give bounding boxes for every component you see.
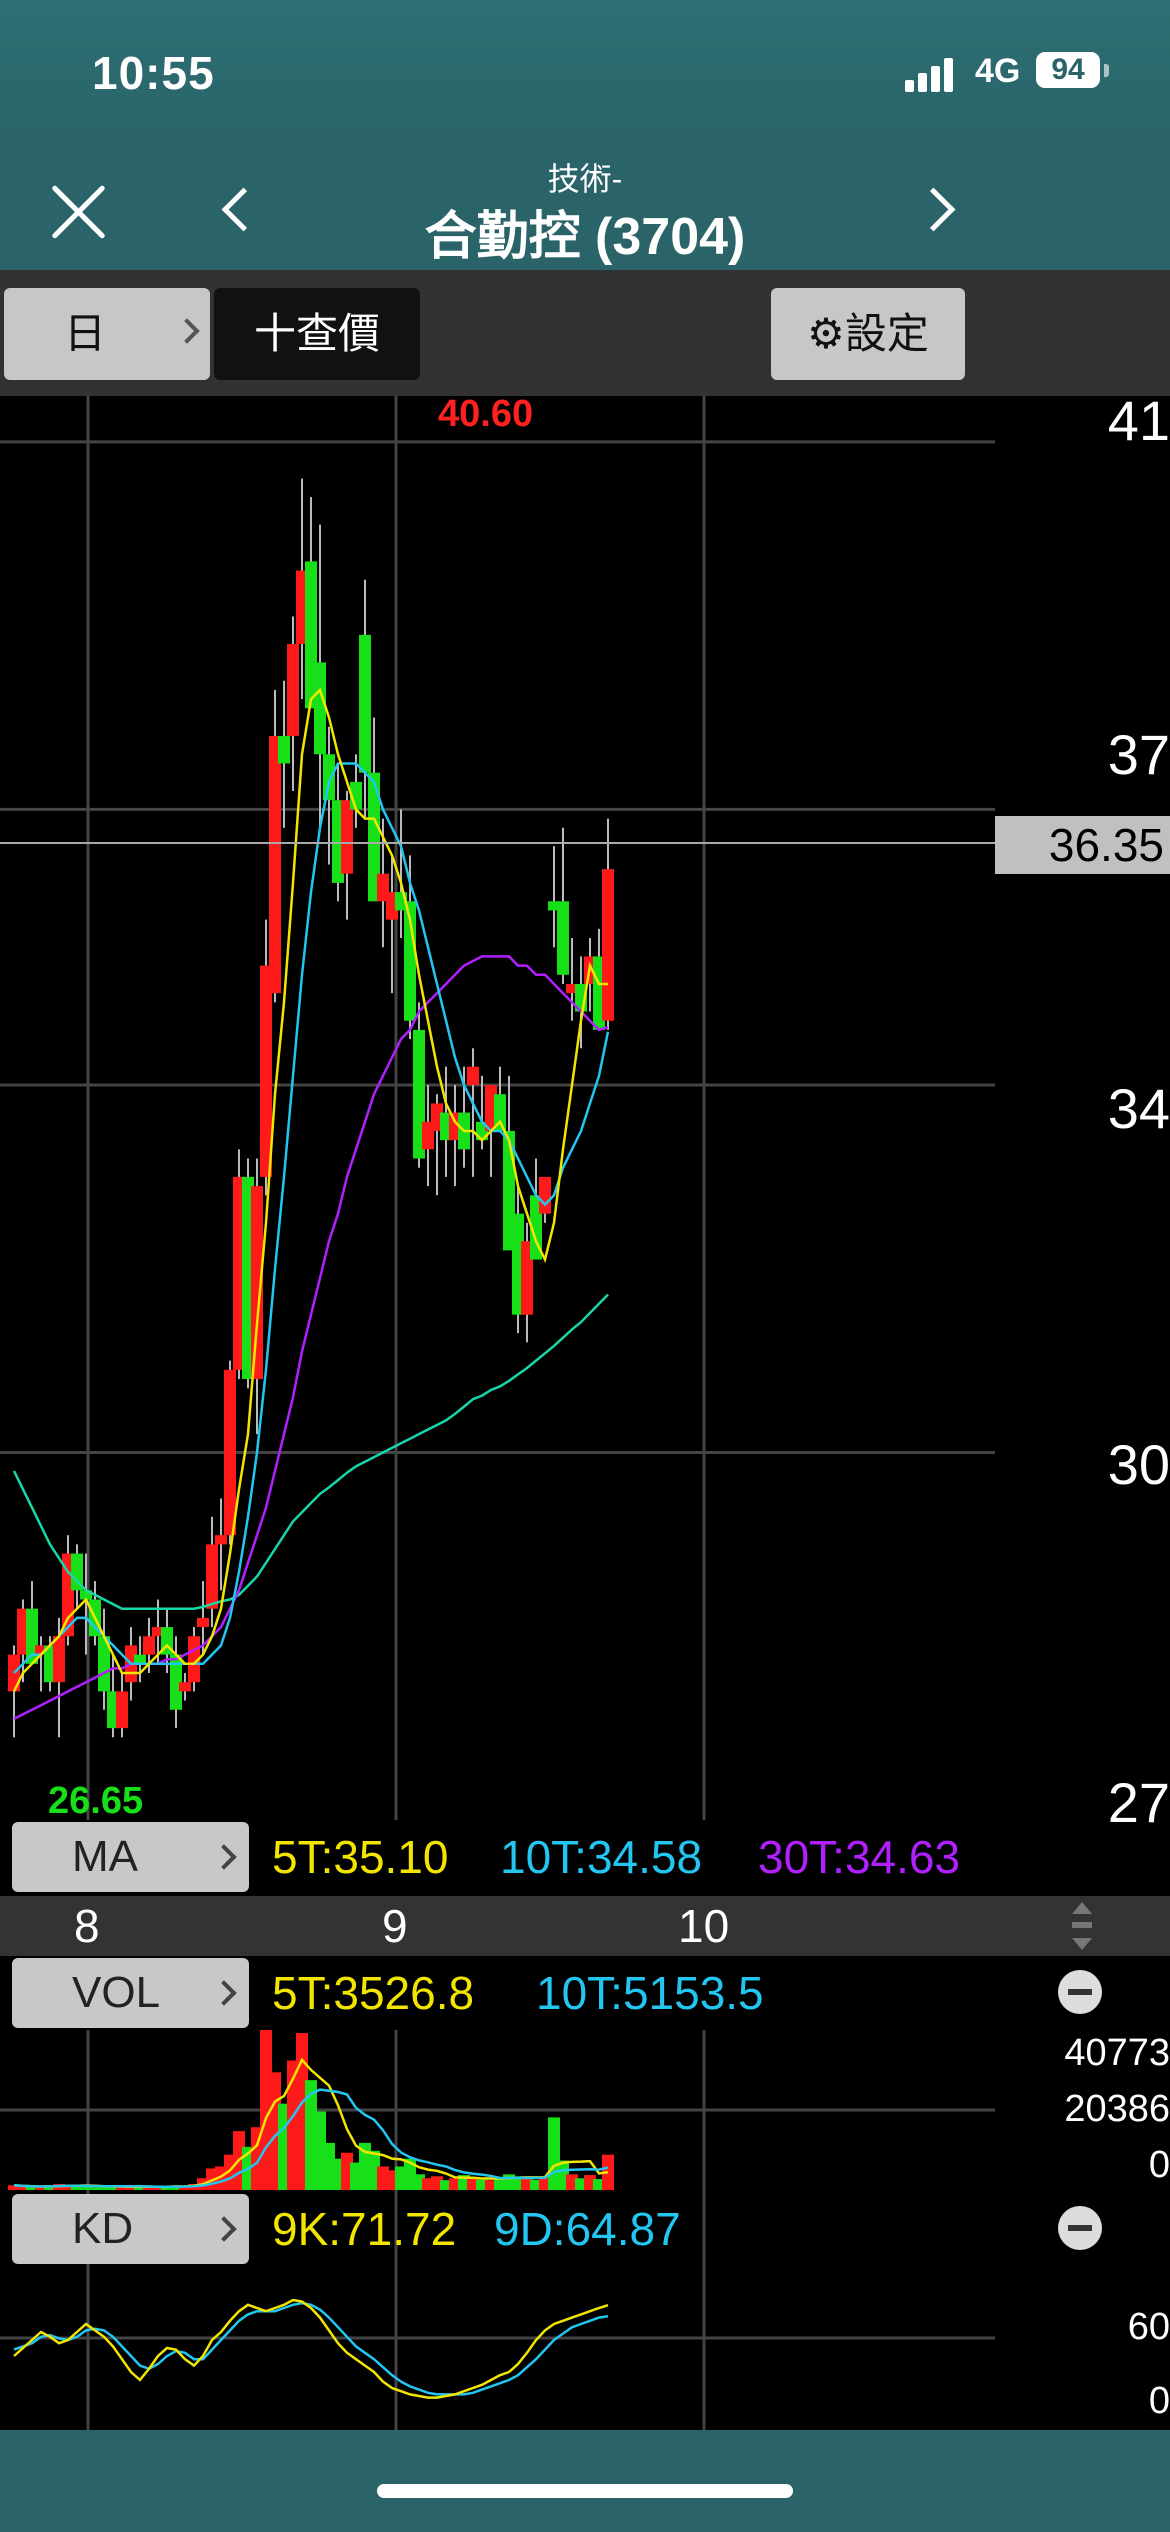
chevron-right-icon bbox=[211, 1844, 237, 1870]
remove-vol-icon[interactable] bbox=[1058, 1970, 1102, 2014]
candle-body bbox=[602, 869, 614, 1021]
date-label: 9 bbox=[382, 1900, 408, 1952]
candle-body bbox=[557, 901, 569, 975]
candle-body bbox=[314, 662, 326, 755]
candle-body bbox=[8, 1654, 20, 1692]
remove-kd-icon[interactable] bbox=[1058, 2206, 1102, 2250]
nav-bar: 技術- 合勤控 (3704) bbox=[0, 140, 1170, 270]
price-axis-label: 41 bbox=[1107, 389, 1170, 452]
home-indicator[interactable] bbox=[377, 2484, 793, 2498]
date-axis bbox=[0, 1896, 1170, 1956]
ma30-value: 30T:34.63 bbox=[758, 1831, 961, 1883]
ma-label: MA bbox=[72, 1832, 138, 1881]
vol5-value: 5T:3526.8 bbox=[272, 1967, 475, 2019]
period-button[interactable]: 日 bbox=[4, 288, 210, 380]
d-value: 9D:64.87 bbox=[494, 2203, 681, 2255]
kd-axis-label: 0 bbox=[1148, 2380, 1170, 2422]
candle-body bbox=[269, 735, 281, 994]
battery-tip bbox=[1104, 64, 1109, 77]
price-axis-label: 27 bbox=[1107, 1771, 1170, 1834]
signal-icon bbox=[905, 58, 953, 92]
vol-label: VOL bbox=[72, 1968, 161, 2017]
price-axis-label: 34 bbox=[1107, 1077, 1170, 1140]
candle-body bbox=[323, 754, 335, 801]
price-axis-label: 30 bbox=[1107, 1433, 1170, 1496]
candle-body bbox=[116, 1691, 128, 1729]
period-label: 日 bbox=[64, 310, 107, 357]
high-price-label: 40.60 bbox=[438, 396, 533, 435]
candle-body bbox=[179, 1682, 191, 1692]
candle-body bbox=[215, 1535, 227, 1545]
low-price-label: 26.65 bbox=[48, 1780, 143, 1822]
chevron-right-icon bbox=[174, 318, 200, 344]
candle-body bbox=[287, 644, 299, 736]
ma-indicator-button[interactable]: MA bbox=[12, 1822, 249, 1892]
battery-icon: 94 bbox=[1036, 52, 1100, 88]
chevron-right-icon bbox=[211, 1980, 237, 2006]
candle-body bbox=[143, 1636, 155, 1655]
candle-body bbox=[53, 1636, 65, 1683]
d-line bbox=[13, 2301, 609, 2396]
k-value: 9K:71.72 bbox=[272, 2203, 457, 2255]
candle-body bbox=[341, 800, 353, 874]
candle-body bbox=[206, 1544, 218, 1609]
date-label: 10 bbox=[678, 1900, 730, 1952]
status-bar: 10:55 4G 94 bbox=[0, 0, 1170, 140]
technical-chart[interactable]: 40.60 26.65 bbox=[0, 396, 1170, 2430]
bottom-bar bbox=[0, 2430, 1170, 2532]
network-type: 4G bbox=[975, 52, 1021, 90]
vol-indicator-button[interactable]: VOL bbox=[12, 1958, 249, 2028]
candle-body bbox=[278, 735, 290, 764]
kd-axis-label: 60 bbox=[1127, 2306, 1170, 2348]
ma10-value: 10T:34.58 bbox=[500, 1831, 703, 1883]
candle-body bbox=[359, 634, 371, 773]
kd-label: KD bbox=[72, 2204, 134, 2253]
vol10-value: 10T:5153.5 bbox=[536, 1967, 764, 2019]
candle-body bbox=[197, 1617, 209, 1628]
kd-indicator-button[interactable]: KD bbox=[12, 2194, 249, 2264]
date-label: 8 bbox=[74, 1900, 100, 1952]
candle-body bbox=[224, 1369, 236, 1536]
resize-handle-icon[interactable] bbox=[1068, 1900, 1096, 1952]
candle-body bbox=[134, 1654, 146, 1664]
page-title: 合勤控 (3704) bbox=[424, 208, 746, 266]
vol-axis-label: 20386 bbox=[1064, 2088, 1170, 2130]
price-axis-label: 37 bbox=[1107, 723, 1170, 786]
vol-axis-label: 40773 bbox=[1064, 2032, 1170, 2074]
candle-body bbox=[467, 1066, 479, 1086]
candle-body bbox=[539, 1176, 551, 1214]
chevron-right-icon bbox=[211, 2216, 237, 2242]
quote-button[interactable]: 十查價 bbox=[214, 288, 420, 380]
k-line bbox=[13, 2298, 609, 2399]
settings-button[interactable]: ⚙設定 bbox=[771, 288, 965, 380]
vol-axis-label: 0 bbox=[1148, 2144, 1170, 2186]
status-time: 10:55 bbox=[92, 47, 215, 99]
toolbar: 日 十查價 ⚙設定 bbox=[0, 270, 1170, 396]
current-price-tag: 36.35 bbox=[995, 816, 1170, 874]
ma5-value: 5T:35.10 bbox=[272, 1831, 449, 1883]
